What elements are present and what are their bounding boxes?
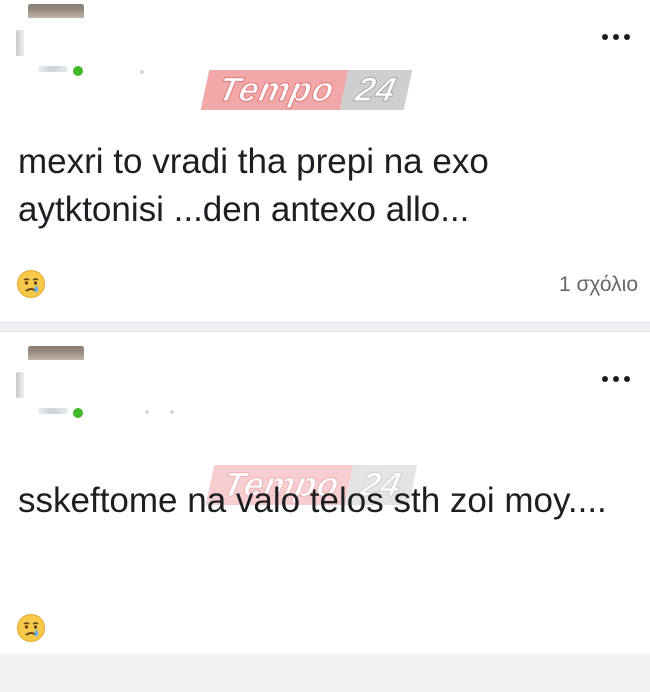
author-name-blurred: [145, 410, 149, 414]
watermark-logo: Tempo 24: [200, 70, 413, 110]
post-text: mexri to vradi tha prepi na exo aytktoni…: [18, 142, 489, 229]
avatar-blur: [16, 30, 24, 56]
avatar-photo: [28, 4, 84, 18]
author-name-blurred: [140, 70, 144, 74]
more-options-button[interactable]: [602, 372, 630, 386]
post-divider: [0, 322, 650, 332]
more-dot-icon: [602, 376, 608, 382]
avatar-blur: [38, 66, 68, 72]
more-dot-icon: [602, 34, 608, 40]
more-dot-icon: [613, 34, 619, 40]
more-dot-icon: [624, 376, 630, 382]
avatar-blur: [38, 408, 68, 414]
watermark-number: 24: [339, 70, 413, 110]
crying-face-icon[interactable]: [16, 613, 46, 643]
post-card: Tempo 24 mexri to vradi tha prepi na exo…: [0, 0, 650, 322]
author-name-blurred: [170, 410, 174, 414]
bottom-strip: [0, 654, 650, 692]
comment-count-link[interactable]: 1 σχόλιο: [559, 273, 638, 297]
post-text: sskeftome na valo telos sth zoi moy....: [18, 481, 607, 520]
avatar-photo: [28, 346, 84, 360]
more-dot-icon: [624, 34, 630, 40]
avatar-blur: [16, 372, 24, 398]
more-options-button[interactable]: [602, 30, 630, 44]
post-card: Tempo 24 sskeftome na valo telos sth zoi…: [0, 332, 650, 654]
crying-face-icon[interactable]: [16, 269, 46, 299]
online-status-icon: [73, 66, 83, 76]
online-status-icon: [73, 408, 83, 418]
watermark-brand: Tempo: [200, 70, 349, 110]
more-dot-icon: [613, 376, 619, 382]
